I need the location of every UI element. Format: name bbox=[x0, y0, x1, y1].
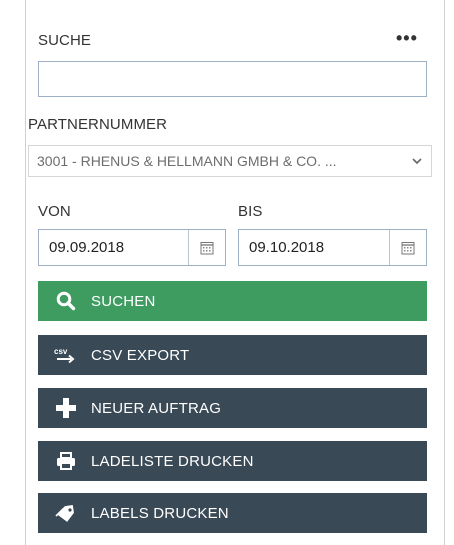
search-input[interactable] bbox=[38, 61, 427, 97]
csv-export-label: CSV EXPORT bbox=[91, 346, 190, 364]
new-order-button[interactable]: NEUER AUFTRAG bbox=[38, 388, 427, 428]
calendar-icon[interactable] bbox=[188, 230, 225, 265]
magnifier-icon bbox=[51, 291, 81, 311]
date-to-value: 09.10.2018 bbox=[249, 239, 325, 256]
svg-text:csv: csv bbox=[54, 347, 68, 356]
date-from-field[interactable]: 09.09.2018 bbox=[38, 229, 226, 266]
calendar-icon[interactable] bbox=[389, 230, 426, 265]
new-order-label: NEUER AUFTRAG bbox=[91, 399, 222, 417]
partner-number-select[interactable]: 3001 - RHENUS & HELLMANN GMBH & CO. ... bbox=[28, 145, 432, 177]
csv-export-button[interactable]: csv CSV EXPORT bbox=[38, 335, 427, 375]
csv-icon: csv bbox=[51, 347, 81, 363]
print-labels-label: LABELS DRUCKEN bbox=[91, 504, 229, 522]
more-options-button[interactable]: ••• bbox=[396, 28, 418, 49]
print-loading-list-label: LADELISTE DRUCKEN bbox=[91, 452, 254, 470]
date-from-value: 09.09.2018 bbox=[49, 239, 125, 256]
print-loading-list-button[interactable]: LADELISTE DRUCKEN bbox=[38, 441, 427, 481]
print-labels-button[interactable]: LABELS DRUCKEN bbox=[38, 493, 427, 533]
date-to-label: BIS bbox=[238, 203, 263, 220]
printer-icon bbox=[51, 452, 81, 470]
search-button-label: SUCHEN bbox=[91, 292, 156, 310]
date-from-label: VON bbox=[38, 203, 71, 220]
date-to-field[interactable]: 09.10.2018 bbox=[238, 229, 427, 266]
search-button[interactable]: SUCHEN bbox=[38, 281, 427, 321]
partner-number-label: PARTNERNUMMER bbox=[28, 116, 168, 133]
plus-icon bbox=[51, 397, 81, 419]
chevron-down-icon bbox=[411, 146, 423, 176]
partner-selected-value: 3001 - RHENUS & HELLMANN GMBH & CO. ... bbox=[37, 153, 337, 169]
tag-icon bbox=[51, 503, 81, 523]
search-label: SUCHE bbox=[38, 32, 92, 49]
